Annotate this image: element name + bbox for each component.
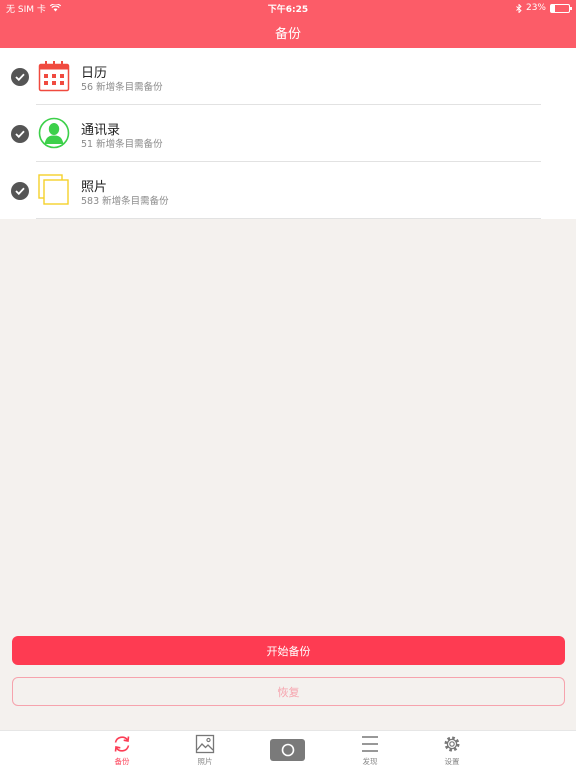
list-item-calendar[interactable]: 日历 56 新增条目需备份 [0,48,576,105]
tab-discover[interactable]: 发现 [345,734,395,768]
carrier-label: 无 SIM 卡 [6,4,46,15]
backup-list: 日历 56 新增条目需备份 通讯录 51 新增条目需备份 照片 583 新增条目… [0,48,576,219]
restore-button[interactable]: 恢复 [12,677,565,706]
page-title: 备份 [274,26,301,42]
list-icon [362,736,378,752]
camera-icon [281,743,294,757]
sync-icon [114,736,130,752]
checkmark-icon[interactable] [11,68,29,86]
photos-icon [38,174,69,205]
tab-photos[interactable]: 照片 [180,734,230,768]
wifi-icon [49,4,61,12]
status-left: 无 SIM 卡 [6,2,61,15]
status-time: 下午6:25 [267,4,309,15]
battery-fill [551,4,556,12]
checkmark-icon[interactable] [11,182,29,200]
status-right: 23% [516,3,572,13]
list-item-contacts[interactable]: 通讯录 51 新增条目需备份 [0,105,576,162]
battery-percent: 23% [525,3,546,13]
gear-icon [444,736,460,752]
item-subtitle: 56 新增条目需备份 [81,82,163,93]
tab-label: 照片 [197,757,213,766]
status-bar: 无 SIM 卡 下午6:25 23% [0,0,576,16]
bluetooth-icon [516,3,522,13]
divider [36,218,541,219]
battery-icon [550,3,572,13]
item-subtitle: 583 新增条目需备份 [81,196,169,207]
tab-backup[interactable]: 备份 [97,734,147,768]
image-icon [195,734,215,754]
camera-button[interactable] [270,739,305,761]
tab-settings[interactable]: 设置 [427,734,477,768]
item-subtitle: 51 新增条目需备份 [81,139,163,150]
contact-icon [38,117,70,149]
nav-bar: 备份 [0,16,576,48]
tab-label: 设置 [444,757,460,766]
tab-bar: 备份 照片 发现 设置 [0,730,576,768]
tab-label: 发现 [362,757,378,766]
start-backup-button[interactable]: 开始备份 [12,636,565,665]
checkmark-icon[interactable] [11,125,29,143]
tab-label: 备份 [114,757,130,766]
list-item-photos[interactable]: 照片 583 新增条目需备份 [0,162,576,219]
calendar-icon [38,61,70,92]
